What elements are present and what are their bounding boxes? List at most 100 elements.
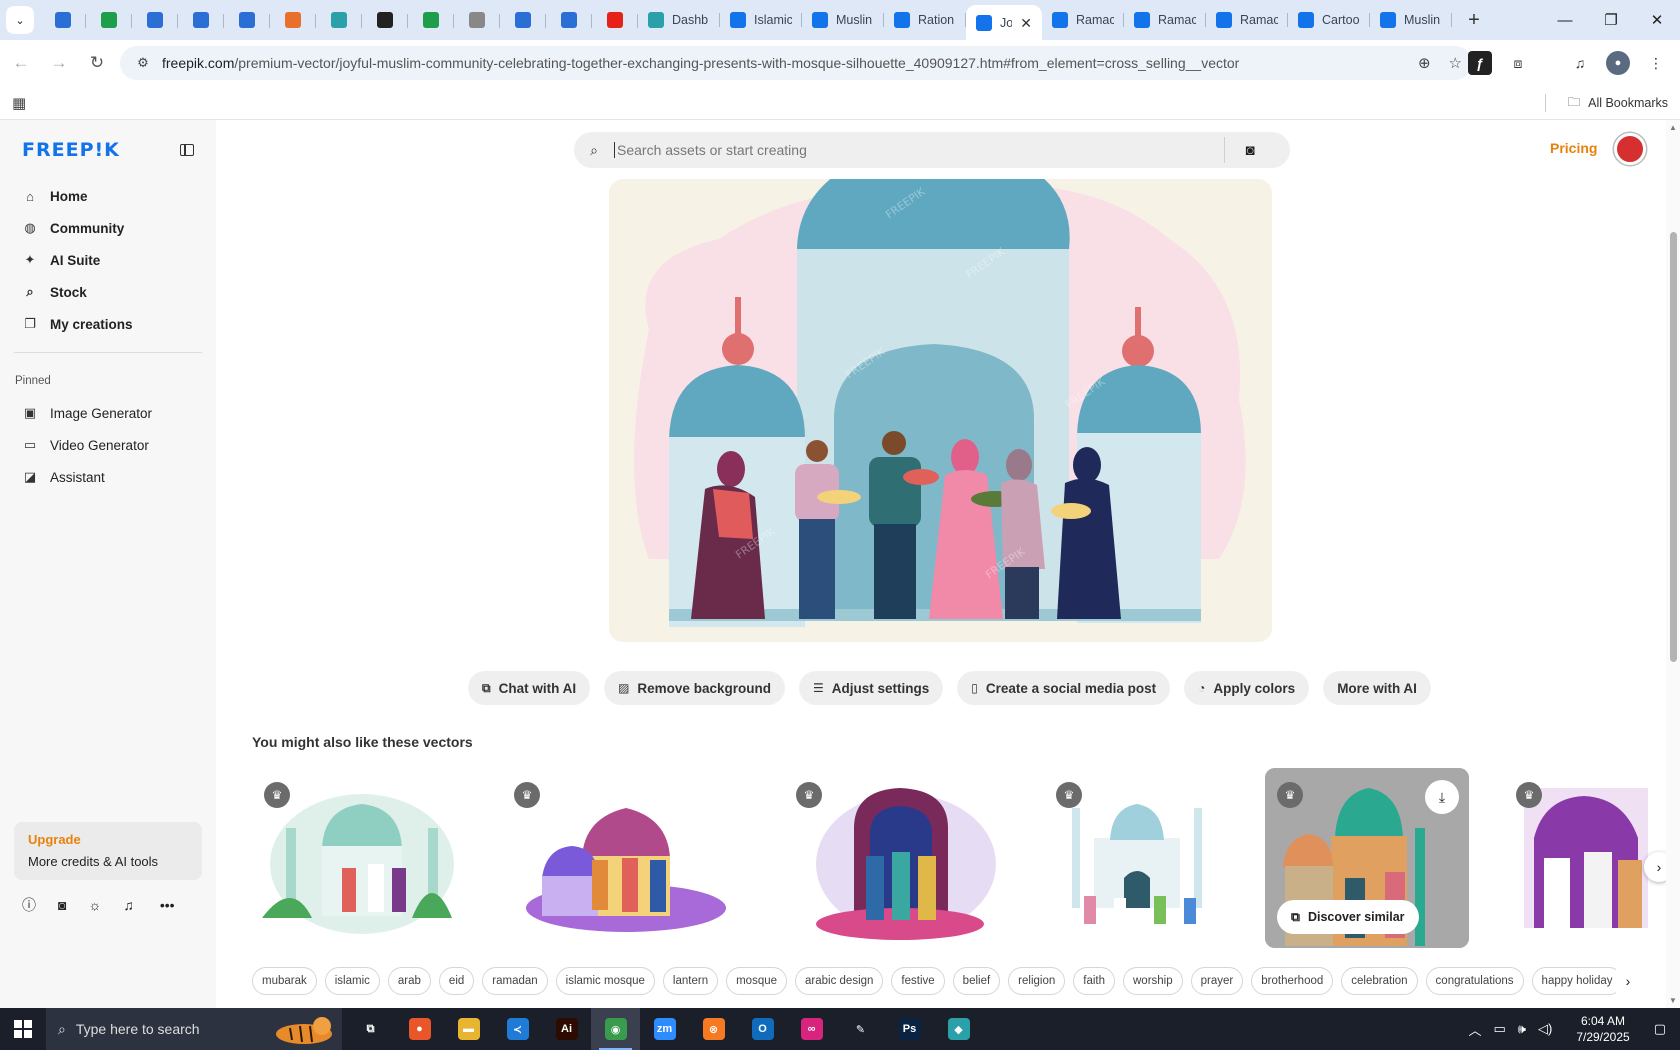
ai-action-apply-colors-button[interactable]: ◔ Apply colors bbox=[1184, 671, 1310, 705]
sidebar-item-assistant[interactable]: ◪ Assistant bbox=[0, 461, 216, 493]
taskbar-app-task-view[interactable]: ⧉ bbox=[346, 1008, 395, 1050]
site-info-icon[interactable]: ⚙ bbox=[128, 55, 158, 71]
taskbar-app-creative-cloud[interactable]: ∞ bbox=[787, 1008, 836, 1050]
address-bar[interactable]: ⚙ freepik.com/premium-vector/joyful-musl… bbox=[120, 46, 1472, 80]
pinned-tab[interactable] bbox=[132, 4, 178, 36]
tag-chip[interactable]: islamic mosque bbox=[555, 967, 655, 995]
minimize-icon[interactable]: — bbox=[1542, 0, 1588, 40]
pinned-tab[interactable] bbox=[408, 4, 454, 36]
pinned-tab[interactable] bbox=[592, 4, 638, 36]
pinned-tab[interactable] bbox=[362, 4, 408, 36]
taskbar-app-illustrator[interactable]: Ai bbox=[542, 1008, 591, 1050]
tag-chip[interactable]: brotherhood bbox=[1251, 967, 1334, 995]
sidebar-item-ai-suite[interactable]: ✦ AI Suite bbox=[0, 244, 216, 276]
tab-active[interactable]: Jo ✕ bbox=[966, 5, 1042, 41]
ai-action-more-with-ai-button[interactable]: More with AI bbox=[1323, 671, 1431, 705]
tag-chip[interactable]: islamic bbox=[324, 967, 380, 995]
tag-chip[interactable]: worship bbox=[1123, 967, 1183, 995]
browser-tab[interactable]: Dashb bbox=[638, 3, 720, 37]
browser-menu-icon[interactable]: ⋮ bbox=[1644, 51, 1668, 75]
sidebar-item-home[interactable]: ⌂ Home bbox=[0, 180, 216, 212]
pinned-tab[interactable] bbox=[546, 4, 592, 36]
scroll-up-icon[interactable]: ▲ bbox=[1669, 123, 1677, 132]
tag-chip[interactable]: religion bbox=[1008, 967, 1066, 995]
taskbar-app-pen-tool[interactable]: ✎ bbox=[836, 1008, 885, 1050]
similar-thumb-1[interactable]: ♛ bbox=[252, 768, 466, 948]
pricing-link[interactable]: Pricing bbox=[1550, 140, 1597, 156]
tag-chip[interactable]: arabic design bbox=[795, 967, 884, 995]
profile-avatar-icon[interactable]: ● bbox=[1606, 51, 1630, 75]
browser-tab[interactable]: Ramac bbox=[1124, 3, 1206, 37]
similar-thumb-2[interactable]: ♛ bbox=[502, 768, 748, 948]
user-avatar[interactable] bbox=[1614, 133, 1646, 165]
forward-button[interactable]: → bbox=[42, 46, 76, 80]
similar-thumb-5[interactable]: ♛ ⤓ ⧉ Discover similar bbox=[1265, 768, 1469, 948]
browser-tab[interactable]: Ramac bbox=[1042, 3, 1124, 37]
back-button[interactable]: ← bbox=[4, 46, 38, 80]
start-button[interactable] bbox=[0, 1008, 46, 1050]
sidebar-item-stock[interactable]: ⌕ Stock bbox=[0, 276, 216, 308]
download-button[interactable]: ⤓ bbox=[1425, 780, 1459, 814]
pinned-tab[interactable] bbox=[454, 4, 500, 36]
sidebar-collapse-icon[interactable] bbox=[180, 144, 194, 156]
tag-chip[interactable]: ramadan bbox=[482, 967, 548, 995]
sidebar-item-my-creations[interactable]: ❐ My creations bbox=[0, 308, 216, 340]
tag-chip[interactable]: mubarak bbox=[252, 967, 317, 995]
taskbar-app-chrome[interactable]: ◉ bbox=[591, 1008, 640, 1050]
page-scrollbar[interactable]: ▲ ▼ bbox=[1666, 120, 1680, 1008]
tag-chip[interactable]: congratulations bbox=[1425, 967, 1524, 995]
all-bookmarks-button[interactable]: 🗀 All Bookmarks bbox=[1545, 86, 1668, 120]
tag-chip[interactable]: festive bbox=[891, 967, 945, 995]
font-extension-icon[interactable]: ƒ bbox=[1468, 51, 1492, 75]
taskbar-clock[interactable]: 6:04 AM 7/29/2025 bbox=[1576, 1013, 1629, 1045]
network-icon[interactable]: ▭ bbox=[1493, 1021, 1505, 1037]
tab-search-button[interactable]: ⌄ bbox=[6, 6, 34, 34]
taskbar-app-zoom[interactable]: zm bbox=[640, 1008, 689, 1050]
tag-chip[interactable]: celebration bbox=[1341, 967, 1418, 995]
scroll-down-icon[interactable]: ▼ bbox=[1669, 996, 1677, 1005]
freepik-logo[interactable]: FREEP!K bbox=[22, 139, 120, 161]
similar-thumb-3[interactable]: ♛ bbox=[784, 768, 1008, 948]
zoom-icon[interactable]: ⊕ bbox=[1418, 54, 1431, 72]
carousel-next-button[interactable]: › bbox=[1644, 852, 1666, 882]
browser-tab[interactable]: Muslin bbox=[802, 3, 884, 37]
tray-chevron-icon[interactable]: ︿ bbox=[1468, 1020, 1481, 1039]
browser-tab[interactable]: Cartoo bbox=[1288, 3, 1370, 37]
close-tab-icon[interactable]: ✕ bbox=[1020, 15, 1032, 32]
ai-action-chat-with-ai-button[interactable]: ⧉ Chat with AI bbox=[468, 671, 591, 705]
pinned-tab[interactable] bbox=[178, 4, 224, 36]
media-control-icon[interactable]: ♫ bbox=[1568, 51, 1592, 75]
tag-chip[interactable]: faith bbox=[1073, 967, 1115, 995]
extensions-puzzle-icon[interactable]: ⧈ bbox=[1506, 51, 1530, 75]
tag-chip[interactable]: eid bbox=[438, 967, 475, 995]
tags-next-button[interactable]: › bbox=[1616, 969, 1640, 993]
sidebar-item-video-generator[interactable]: ▭ Video Generator bbox=[0, 429, 216, 461]
apps-grid-icon[interactable]: ▦ bbox=[12, 94, 26, 112]
ai-action-adjust-settings-button[interactable]: ☰ Adjust settings bbox=[798, 671, 944, 705]
taskbar-app-xampp[interactable]: ⊗ bbox=[689, 1008, 738, 1050]
similar-thumb-6[interactable]: ♛ bbox=[1504, 768, 1648, 948]
pinned-tab[interactable] bbox=[40, 4, 86, 36]
asset-search-input[interactable] bbox=[614, 142, 1224, 158]
discover-similar-button[interactable]: ⧉ Discover similar bbox=[1277, 900, 1419, 934]
taskbar-app-teal-app[interactable]: ◆ bbox=[934, 1008, 983, 1050]
bookmark-star-icon[interactable]: ☆ bbox=[1449, 54, 1462, 72]
ai-action-remove-background-button[interactable]: ▨ Remove background bbox=[604, 671, 785, 705]
url-text[interactable]: freepik.com/premium-vector/joyful-muslim… bbox=[162, 55, 1239, 71]
taskbar-app-vscode[interactable]: ≺ bbox=[493, 1008, 542, 1050]
pinned-tab[interactable] bbox=[316, 4, 362, 36]
taskbar-app-firefox[interactable]: ● bbox=[395, 1008, 444, 1050]
volume-icon[interactable]: 🕪 bbox=[1518, 1021, 1526, 1037]
restore-icon[interactable]: ❐ bbox=[1588, 0, 1634, 40]
help-icon[interactable]: ⓘ bbox=[22, 895, 36, 915]
browser-tab[interactable]: Islamic bbox=[720, 3, 802, 37]
vector-preview-image[interactable]: FREEPIK FREEPIK FREEPIK FREEPIK FREEPIK … bbox=[609, 179, 1272, 642]
tag-chip[interactable]: happy holiday bbox=[1531, 967, 1623, 995]
tag-chip[interactable]: belief bbox=[952, 967, 1001, 995]
sidebar-item-community[interactable]: ◍ Community bbox=[0, 212, 216, 244]
speaker-icon[interactable]: ◁) bbox=[1538, 1021, 1552, 1037]
pinned-tab[interactable] bbox=[86, 4, 132, 36]
notification-center-icon[interactable]: ▢ bbox=[1654, 1021, 1666, 1037]
theme-sun-icon[interactable]: ☼ bbox=[88, 897, 101, 913]
scrollbar-thumb[interactable] bbox=[1670, 232, 1677, 662]
